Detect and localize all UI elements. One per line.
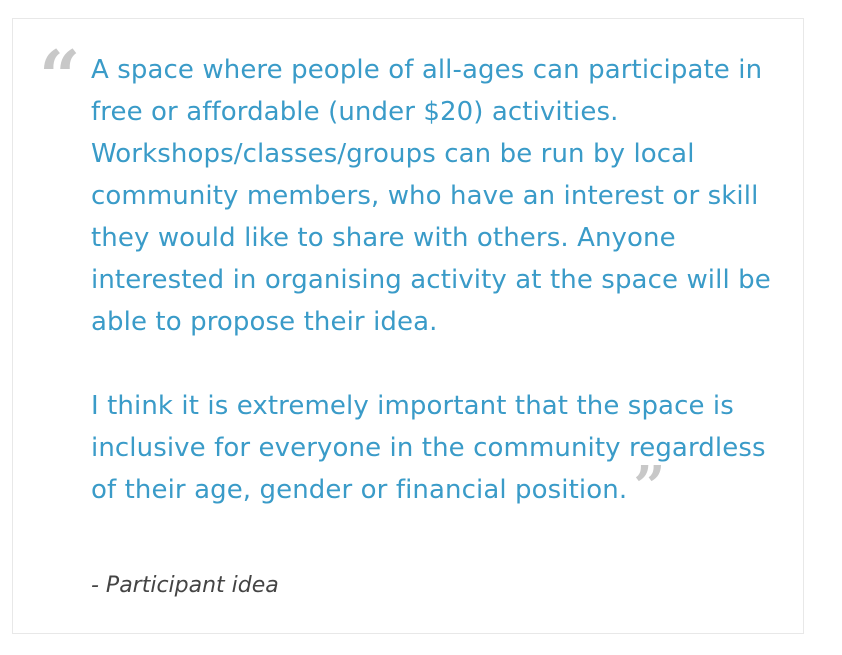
- quote-paragraph: A space where people of all-ages can par…: [91, 49, 781, 343]
- quote-card: “ A space where people of all-ages can p…: [12, 18, 804, 634]
- quote-attribution: - Participant idea: [91, 573, 279, 598]
- quote-paragraph-text: I think it is extremely important that t…: [91, 391, 766, 505]
- quote-paragraph: I think it is extremely important that t…: [91, 385, 781, 520]
- quote-paragraph-text: A space where people of all-ages can par…: [91, 55, 771, 337]
- open-quote-icon: “: [39, 34, 80, 119]
- close-quote-icon: ”: [633, 454, 665, 520]
- quote-text: A space where people of all-ages can par…: [91, 49, 781, 520]
